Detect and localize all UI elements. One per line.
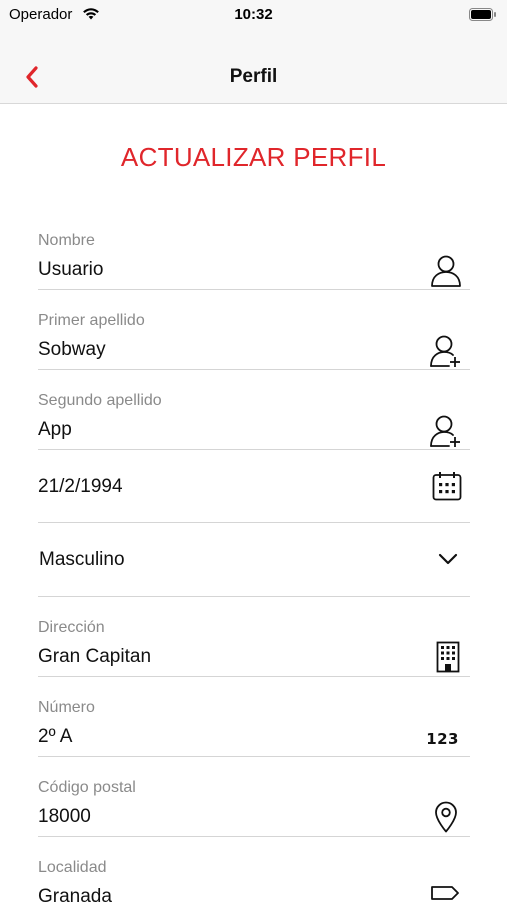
- status-bar: Operador 10:32: [0, 0, 507, 28]
- nombre-value[interactable]: Usuario: [38, 259, 103, 281]
- direccion-value[interactable]: Gran Capitan: [38, 646, 151, 668]
- segundo-apellido-field[interactable]: Segundo apellido App: [38, 388, 470, 450]
- direccion-label: Dirección: [38, 619, 105, 636]
- numero-label: Número: [38, 699, 95, 716]
- person-add-icon: [430, 334, 462, 373]
- numbers-icon: 123: [426, 730, 459, 748]
- gender-value[interactable]: Masculino: [39, 549, 125, 571]
- battery-icon: [469, 8, 497, 26]
- nav-title: Perfil: [229, 66, 278, 87]
- numero-field[interactable]: Número 2º A 123: [38, 695, 470, 757]
- chevron-down-icon[interactable]: [438, 552, 458, 571]
- codigo-postal-value[interactable]: 18000: [38, 806, 91, 828]
- clock: 10:32: [234, 6, 273, 23]
- localidad-value[interactable]: Granada: [38, 886, 112, 908]
- page-title: ACTUALIZAR PERFIL: [120, 142, 387, 172]
- localidad-label: Localidad: [38, 859, 107, 876]
- signpost-icon: [430, 883, 460, 908]
- nombre-label: Nombre: [38, 232, 95, 249]
- numero-value[interactable]: 2º A: [38, 726, 72, 748]
- codigo-postal-field[interactable]: Código postal 18000: [38, 775, 470, 837]
- segundo-apellido-value[interactable]: App: [38, 419, 72, 441]
- primer-apellido-field[interactable]: Primer apellido Sobway: [38, 308, 470, 370]
- primer-apellido-label: Primer apellido: [38, 312, 145, 329]
- birthdate-value[interactable]: 21/2/1994: [38, 476, 123, 498]
- building-icon: [436, 641, 460, 678]
- gender-select[interactable]: Masculino: [38, 523, 470, 597]
- localidad-field[interactable]: Localidad Granada: [38, 855, 470, 916]
- person-icon: [430, 254, 462, 293]
- person-add-icon: [430, 414, 462, 453]
- nombre-field[interactable]: Nombre Usuario: [38, 228, 470, 290]
- calendar-icon[interactable]: [432, 471, 462, 506]
- location-pin-icon: [434, 801, 458, 838]
- segundo-apellido-label: Segundo apellido: [38, 392, 162, 409]
- birthdate-field[interactable]: 21/2/1994: [38, 450, 470, 523]
- direccion-field[interactable]: Dirección Gran Capitan: [38, 615, 470, 677]
- primer-apellido-value[interactable]: Sobway: [38, 339, 106, 361]
- codigo-postal-label: Código postal: [38, 779, 136, 796]
- navigation-bar: Perfil: [0, 28, 507, 104]
